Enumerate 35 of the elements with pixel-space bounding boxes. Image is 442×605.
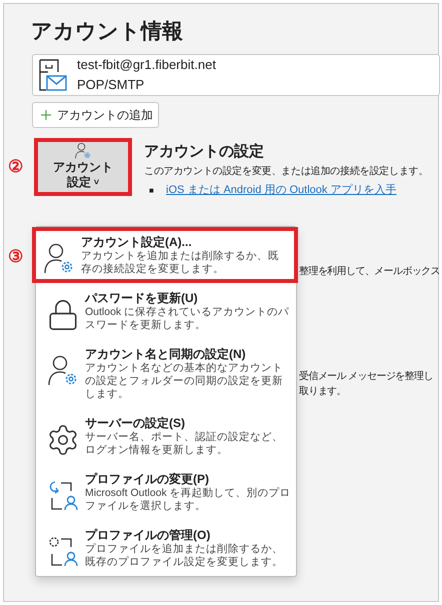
menu-item[interactable]: アカウント名と同期の設定(N) アカウント名などの基本的なアカウントの設定とフォルダーの同期の設定を更新します。: [36, 339, 296, 408]
outlook-app-link[interactable]: iOS または Android 用の Outlook アプリを入手: [166, 182, 396, 198]
plus-icon: [38, 107, 54, 123]
account-email: test-fbit@gr1.fiberbit.net: [77, 56, 216, 74]
account-selector[interactable]: test-fbit@gr1.fiberbit.net POP/SMTP: [32, 54, 440, 96]
background-text: 取ります。: [299, 385, 346, 399]
step-number: ③: [8, 248, 23, 265]
background-text: 整理を利用して、メールボックス: [299, 264, 440, 279]
menu-item-title: パスワードを更新(U): [85, 290, 199, 306]
menu-item-title: プロファイルの管理(O): [85, 527, 212, 543]
menu-item-description: Microsoft Outlook を再起動して、別のプロファイルを選択します。: [85, 487, 292, 513]
background-text: 受信メール メッセージを整理し: [299, 370, 433, 384]
account-type: POP/SMTP: [77, 76, 146, 94]
menu-item-title: サーバーの設定(S): [85, 415, 186, 431]
menu-item-title: プロファイルの変更(P): [85, 471, 210, 487]
menu-item[interactable]: アカウント設定(A)... アカウントを追加または削除するか、既存の接続設定を変更します。: [32, 227, 298, 283]
settings-description: このアカウントの設定を変更、または追加の接続を設定します。: [144, 164, 428, 179]
menu-item[interactable]: プロファイルの変更(P) Microsoft Outlook を再起動して、別のプロファイルを選択します。: [36, 464, 296, 520]
menu-item-description: アカウントを追加または削除するか、既存の接続設定を変更します。: [81, 250, 280, 276]
menu-item[interactable]: パスワードを更新(U) Outlook に保存されているアカウントのパスワードを更新します。: [36, 283, 296, 339]
menu-item[interactable]: プロファイルの管理(O) プロファイルを追加または削除するか、既存のプロファイル設定を変更します。: [36, 520, 296, 576]
mailbox-icon: [39, 59, 67, 91]
page-title: アカウント情報: [31, 19, 183, 45]
menu-item-description: Outlook に保存されているアカウントのパスワードを更新します。: [85, 306, 290, 332]
menu-item-description: プロファイルを追加または削除するか、既存のプロファイル設定を変更します。: [85, 543, 284, 569]
bullet: ■: [149, 185, 154, 197]
menu-item-description: サーバー名、ポート、認証の設定など、ログオン情報を更新します。: [85, 431, 284, 457]
menu-item-description: アカウント名などの基本的なアカウントの設定とフォルダーの同期の設定を更新します。: [85, 362, 284, 401]
step-number: ②: [8, 158, 23, 175]
menu-item-title: アカウント設定(A)...: [81, 234, 193, 250]
menu-item-title: アカウント名と同期の設定(N): [85, 346, 247, 362]
settings-heading: アカウントの設定: [144, 142, 264, 162]
menu-item[interactable]: サーバーの設定(S) サーバー名、ポート、認証の設定など、ログオン情報を更新します。: [36, 408, 296, 464]
account-settings-button[interactable]: アカウント 設定 ˅: [34, 138, 132, 196]
add-account-button[interactable]: アカウントの追加: [32, 102, 159, 128]
